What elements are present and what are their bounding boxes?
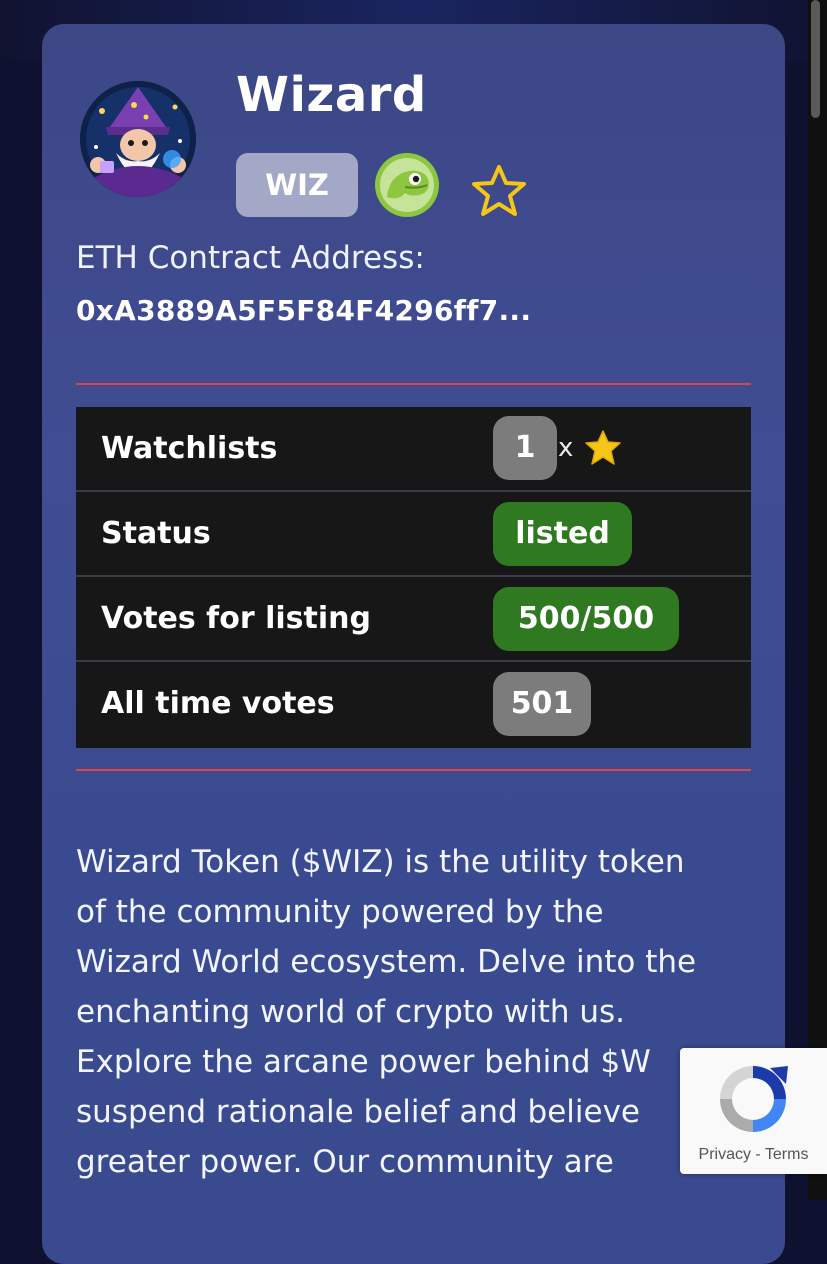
star-outline-icon[interactable]	[470, 164, 528, 218]
recaptcha-badge[interactable]: Privacy - Terms	[680, 1048, 827, 1174]
divider-bottom	[76, 769, 751, 771]
recaptcha-icon	[712, 1058, 794, 1140]
recaptcha-terms-link[interactable]: Terms	[765, 1146, 809, 1163]
stats-table: Watchlists 1 x Status listed Votes for l…	[76, 407, 751, 748]
status-label: Status	[101, 516, 211, 551]
description-line: Explore the arcane power behind $W	[76, 1044, 651, 1080]
table-row-watchlists: Watchlists 1 x	[76, 407, 751, 490]
divider-top	[76, 383, 751, 385]
contract-address-value[interactable]: 0xA3889A5F5F84F4296ff7...	[76, 288, 531, 334]
token-ticker-badge: WIZ	[236, 153, 358, 217]
description-line: Wizard World ecosystem. Delve into the	[76, 944, 697, 980]
description-line: Wizard Token ($WIZ) is the utility token	[76, 844, 685, 880]
recaptcha-privacy-link[interactable]: Privacy	[699, 1146, 751, 1163]
description-line: suspend rationale belief and believe	[76, 1094, 640, 1130]
token-logo	[80, 81, 196, 197]
table-row-votes-for-listing: Votes for listing 500/500	[76, 577, 751, 660]
token-name: Wizard	[236, 67, 427, 123]
votes-for-listing-badge: 500/500	[493, 587, 679, 651]
star-icon	[584, 430, 622, 466]
recaptcha-links: Privacy - Terms	[680, 1146, 827, 1164]
votes-for-listing-label: Votes for listing	[101, 601, 371, 636]
scrollbar-thumb[interactable]	[811, 0, 820, 118]
watchlists-times-sign: x	[558, 433, 574, 463]
watchlists-label: Watchlists	[101, 431, 278, 466]
table-row-all-time-votes: All time votes 501	[76, 662, 751, 745]
scrollbar-track[interactable]	[808, 0, 827, 1200]
all-time-votes-label: All time votes	[101, 686, 335, 721]
description-line: of the community powered by the	[76, 894, 604, 930]
coingecko-icon[interactable]	[375, 153, 439, 217]
watchlists-count-badge: 1	[493, 416, 557, 480]
contract-address-label: ETH Contract Address:	[76, 240, 425, 276]
token-description: Wizard Token ($WIZ) is the utility token…	[76, 837, 766, 1187]
recaptcha-link-separator: -	[755, 1146, 761, 1163]
description-line: enchanting world of crypto with us.	[76, 994, 626, 1030]
status-badge: listed	[493, 502, 632, 566]
table-row-status: Status listed	[76, 492, 751, 575]
token-card: Wizard WIZ ETH Contract Address: 0xA3889…	[42, 24, 785, 1264]
description-line: greater power. Our community are	[76, 1144, 614, 1180]
wizard-avatar-image	[80, 81, 196, 197]
all-time-votes-badge: 501	[493, 672, 591, 736]
